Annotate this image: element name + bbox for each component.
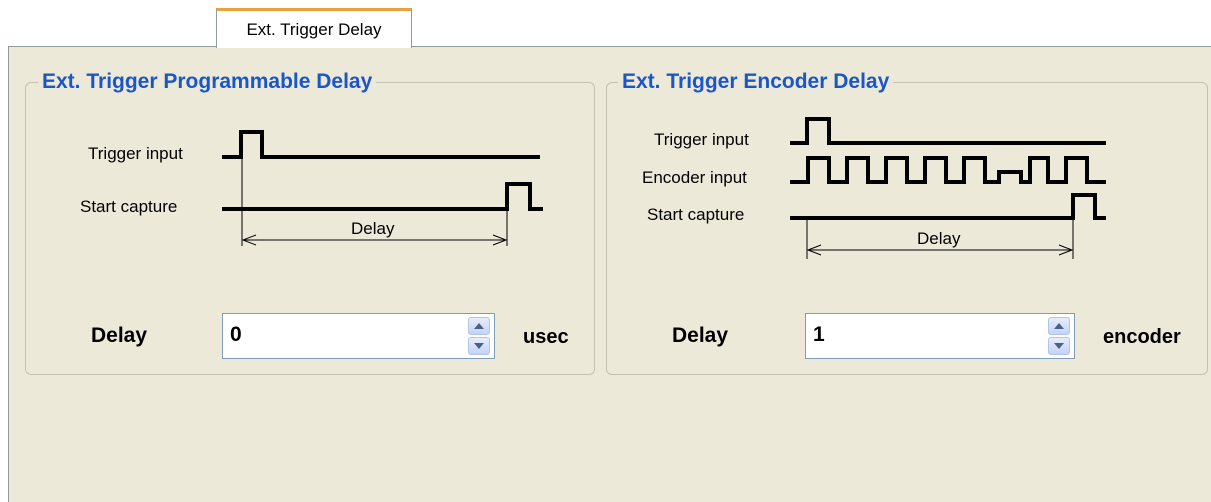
- encoder-delay-label: Delay: [672, 324, 729, 347]
- encoder-delay-unit: encoder: [1103, 326, 1181, 348]
- programmable-delay-spinbox[interactable]: 0: [222, 313, 495, 359]
- programmable-delay-value[interactable]: 0: [230, 323, 242, 347]
- encoder-trigger-waveform: [790, 117, 1106, 145]
- encoder-delay-spinbox[interactable]: 1: [805, 313, 1075, 359]
- spin-down-icon[interactable]: [1048, 337, 1070, 355]
- spin-up-icon[interactable]: [468, 317, 490, 335]
- tab-ext-trigger-delay[interactable]: Ext. Trigger Delay: [216, 8, 412, 48]
- spin-up-icon[interactable]: [1048, 317, 1070, 335]
- programmable-delay-label: Delay: [91, 324, 148, 347]
- encoder-delay-value[interactable]: 1: [813, 323, 825, 347]
- tab-label: Ext. Trigger Delay: [246, 19, 382, 39]
- encoder-input-waveform: [790, 156, 1106, 184]
- programmable-delay-unit: usec: [523, 326, 569, 348]
- spin-down-icon[interactable]: [468, 337, 490, 355]
- encoder-start-capture-waveform: [790, 193, 1106, 220]
- encoder-timing-diagram: [790, 117, 1106, 259]
- encoder-delay-arrow-label: Delay: [917, 229, 961, 248]
